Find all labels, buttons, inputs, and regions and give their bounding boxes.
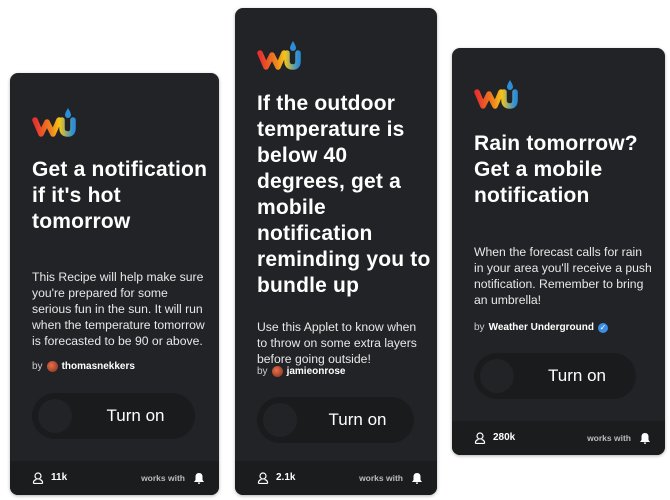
user-icon: [257, 472, 269, 484]
weather-underground-logo: [474, 78, 518, 112]
applet-title: Get a notification if it's hot tomorrow: [32, 158, 208, 233]
user-icon: [474, 432, 486, 444]
user-count: 280k: [493, 432, 516, 443]
verified-icon: ✓: [597, 322, 608, 333]
turn-on-button[interactable]: Turn on: [474, 353, 636, 399]
avatar: [271, 366, 283, 377]
bell-icon: [193, 472, 205, 484]
toggle-knob: [38, 399, 72, 433]
applet-title: If the outdoor temperature is below 40 d…: [257, 92, 431, 297]
works-with-label: works with: [141, 473, 185, 483]
user-count: 2.1k: [276, 472, 296, 483]
turn-on-label: Turn on: [548, 366, 606, 385]
avatar: [46, 361, 58, 372]
weather-underground-logo: [32, 106, 76, 140]
card-footer: 280k works with: [452, 421, 665, 455]
card-footer: 2.1k works with: [235, 461, 437, 495]
user-icon: [32, 472, 44, 484]
author-line: by Weather Underground ✓: [474, 322, 608, 333]
applet-card[interactable]: Get a notification if it's hot tomorrow …: [10, 73, 219, 495]
applet-title: Rain tomorrow? Get a mobile notification: [474, 132, 638, 207]
turn-on-button[interactable]: Turn on: [257, 397, 414, 443]
bell-icon: [411, 472, 423, 484]
author-link[interactable]: thomasnekkers: [62, 361, 135, 372]
applet-description: Use this Applet to know when to throw on…: [257, 320, 417, 366]
weather-underground-logo: [257, 39, 301, 73]
card-footer: 11k works with: [10, 461, 219, 495]
turn-on-label: Turn on: [106, 406, 165, 425]
works-with-label: works with: [359, 473, 403, 483]
by-label: by: [257, 366, 268, 377]
applet-description: This Recipe will help make sure you're p…: [32, 270, 205, 348]
user-count: 11k: [51, 472, 68, 483]
turn-on-button[interactable]: Turn on: [32, 393, 195, 439]
toggle-knob: [480, 359, 514, 393]
bell-icon: [639, 432, 651, 444]
author-link[interactable]: jamieonrose: [287, 366, 346, 377]
works-with-label: works with: [587, 433, 631, 443]
toggle-knob: [263, 403, 297, 437]
author-link[interactable]: Weather Underground: [489, 322, 594, 333]
turn-on-label: Turn on: [328, 410, 387, 429]
applet-description: When the forecast calls for rain in your…: [474, 245, 652, 307]
by-label: by: [474, 322, 485, 333]
author-line: by thomasnekkers: [32, 361, 135, 372]
applet-card[interactable]: Rain tomorrow? Get a mobile notification…: [452, 48, 665, 455]
author-line: by jamieonrose: [257, 366, 345, 377]
applet-card[interactable]: If the outdoor temperature is below 40 d…: [235, 8, 437, 495]
by-label: by: [32, 361, 43, 372]
